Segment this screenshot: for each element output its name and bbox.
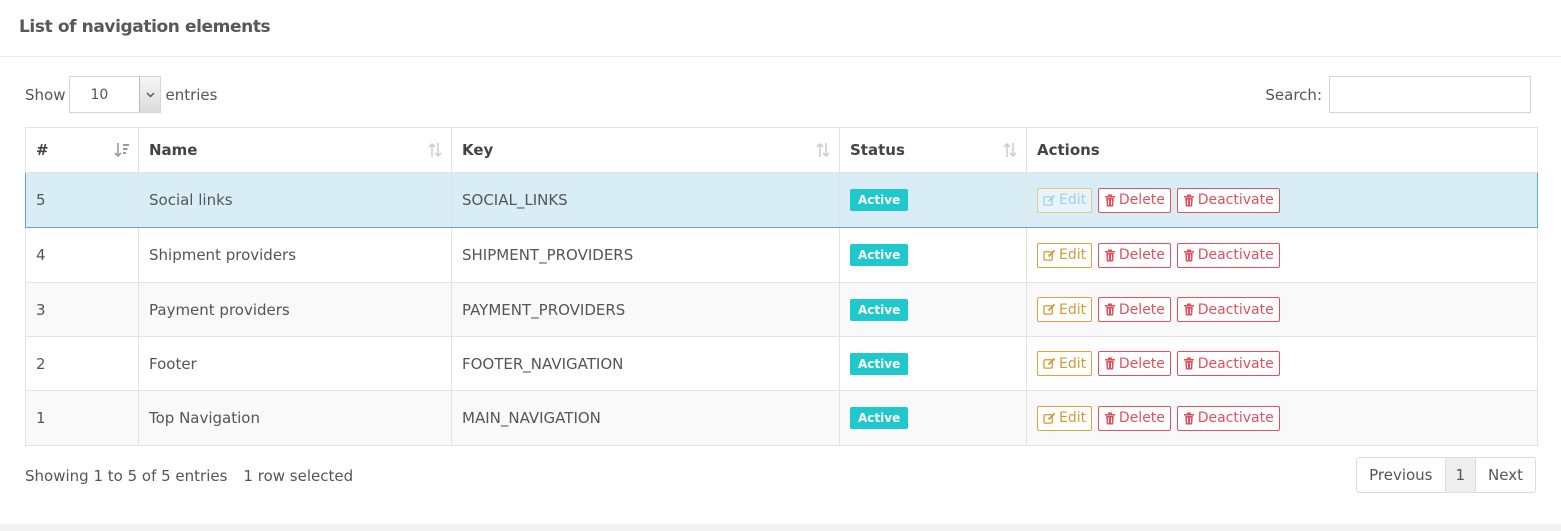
trash-icon (1183, 194, 1194, 206)
pagination: Previous 1 Next (1356, 457, 1536, 493)
deactivate-button[interactable]: Deactivate (1176, 187, 1280, 213)
cell-actions: Edit Delete Deactivate (1026, 282, 1538, 337)
edit-button[interactable]: Edit (1037, 351, 1093, 376)
cell-name: Shipment providers (138, 227, 452, 283)
cell-key: PAYMENT_PROVIDERS (451, 282, 840, 337)
cell-name: Footer (138, 336, 452, 391)
chevron-down-icon[interactable] (139, 77, 161, 112)
delete-button[interactable]: Delete (1097, 405, 1171, 431)
trash-icon (1104, 194, 1115, 206)
delete-button[interactable]: Delete (1097, 187, 1171, 213)
cell-id: 4 (25, 227, 139, 283)
navigation-table: # Name Key Status Actions 5 Social links… (25, 127, 1538, 446)
cell-status: Active (839, 336, 1027, 391)
pencil-square-icon (1043, 412, 1056, 424)
trash-icon (1104, 249, 1115, 261)
status-badge: Active (850, 298, 909, 321)
sort-arrows-icon (816, 142, 830, 158)
column-header-key[interactable]: Key (451, 127, 840, 173)
sort-arrows-icon (1003, 142, 1017, 158)
pencil-square-icon (1043, 194, 1056, 206)
column-header-name[interactable]: Name (138, 127, 452, 173)
edit-button[interactable]: Edit (1037, 242, 1093, 268)
pencil-square-icon (1043, 357, 1056, 369)
cell-status: Active (839, 227, 1027, 283)
entries-per-page-select[interactable]: 10 (69, 76, 162, 113)
panel-header: List of navigation elements (0, 0, 1561, 57)
search-control: Search: (1265, 76, 1531, 113)
search-input[interactable] (1329, 76, 1531, 113)
navigation-list-panel: List of navigation elements Show 10 entr… (0, 0, 1561, 524)
delete-button[interactable]: Delete (1097, 297, 1171, 322)
cell-name: Social links (138, 172, 452, 228)
show-label: Show (25, 85, 66, 104)
table-info: Showing 1 to 5 of 5 entries 1 row selecte… (25, 467, 353, 485)
cell-id: 2 (25, 336, 139, 391)
page-title: List of navigation elements (19, 16, 271, 37)
pencil-square-icon (1043, 303, 1056, 315)
selection-info: 1 row selected (243, 467, 354, 485)
table-row[interactable]: 4 Shipment providers SHIPMENT_PROVIDERS … (25, 227, 1538, 283)
edit-button[interactable]: Edit (1037, 405, 1093, 431)
entries-info: Showing 1 to 5 of 5 entries (25, 467, 228, 485)
page-button-1[interactable]: 1 (1444, 457, 1477, 493)
deactivate-button[interactable]: Deactivate (1176, 297, 1280, 322)
cell-key: SHIPMENT_PROVIDERS (451, 227, 840, 283)
delete-button[interactable]: Delete (1097, 242, 1171, 268)
entries-per-page-value: 10 (90, 87, 109, 103)
column-header-id[interactable]: # (25, 127, 139, 173)
cell-name: Payment providers (138, 282, 452, 337)
trash-icon (1104, 412, 1115, 424)
trash-icon (1183, 412, 1194, 424)
cell-id: 5 (25, 172, 139, 228)
column-header-actions: Actions (1026, 127, 1538, 173)
next-page-button[interactable]: Next (1475, 457, 1536, 493)
pencil-square-icon (1043, 249, 1056, 261)
entries-label: entries (165, 85, 218, 104)
status-badge: Active (850, 352, 909, 375)
trash-icon (1104, 303, 1115, 316)
entries-length-control: Show 10 entries (25, 76, 217, 113)
status-badge: Active (850, 244, 909, 266)
cell-status: Active (839, 172, 1027, 228)
table-header-row: # Name Key Status Actions (25, 127, 1538, 173)
status-badge: Active (850, 189, 909, 211)
trash-icon (1104, 357, 1115, 370)
cell-actions: Edit Delete Deactivate (1026, 172, 1538, 228)
table-row[interactable]: 2 Footer FOOTER_NAVIGATION Active Edit D… (25, 336, 1538, 391)
cell-status: Active (839, 282, 1027, 337)
cell-actions: Edit Delete Deactivate (1026, 336, 1538, 391)
table-controls: Show 10 entries Search: (25, 76, 1531, 113)
trash-icon (1183, 303, 1194, 316)
table-row[interactable]: 3 Payment providers PAYMENT_PROVIDERS Ac… (25, 282, 1538, 337)
cell-actions: Edit Delete Deactivate (1026, 390, 1538, 446)
deactivate-button[interactable]: Deactivate (1176, 242, 1280, 268)
cell-key: SOCIAL_LINKS (451, 172, 840, 228)
table-row[interactable]: 5 Social links SOCIAL_LINKS Active Edit … (25, 172, 1538, 228)
deactivate-button[interactable]: Deactivate (1176, 405, 1280, 431)
sort-descending-icon (114, 143, 129, 158)
column-header-status[interactable]: Status (839, 127, 1027, 173)
cell-actions: Edit Delete Deactivate (1026, 227, 1538, 283)
cell-key: FOOTER_NAVIGATION (451, 336, 840, 391)
edit-button[interactable]: Edit (1037, 297, 1093, 322)
status-badge: Active (850, 407, 909, 429)
previous-page-button[interactable]: Previous (1356, 457, 1446, 493)
edit-button[interactable]: Edit (1037, 187, 1093, 213)
deactivate-button[interactable]: Deactivate (1176, 351, 1280, 376)
cell-status: Active (839, 390, 1027, 446)
sort-arrows-icon (428, 142, 442, 158)
trash-icon (1183, 357, 1194, 370)
trash-icon (1183, 249, 1194, 261)
cell-key: MAIN_NAVIGATION (451, 390, 840, 446)
search-label: Search: (1265, 85, 1322, 104)
cell-id: 1 (25, 390, 139, 446)
delete-button[interactable]: Delete (1097, 351, 1171, 376)
cell-id: 3 (25, 282, 139, 337)
table-row[interactable]: 1 Top Navigation MAIN_NAVIGATION Active … (25, 390, 1538, 446)
cell-name: Top Navigation (138, 390, 452, 446)
